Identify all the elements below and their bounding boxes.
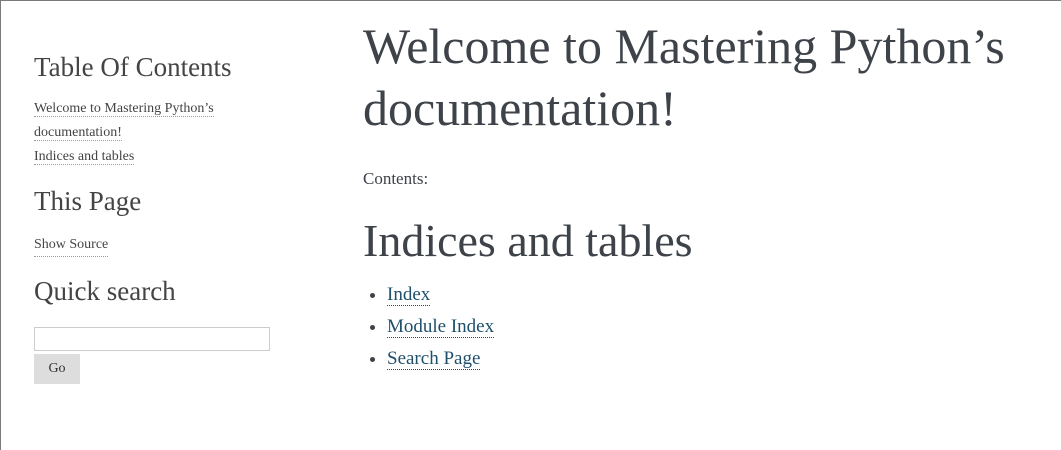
this-page-heading: This Page <box>34 186 142 216</box>
sidebar: Table Of Contents Welcome to Mastering P… <box>34 49 294 384</box>
list-item: Module Index <box>387 311 1053 343</box>
module-index-link[interactable]: Module Index <box>387 316 495 338</box>
toc-heading: Table Of Contents <box>34 52 232 82</box>
list-item: Index <box>387 279 1053 311</box>
docs-page: Table Of Contents Welcome to Mastering P… <box>0 0 1061 450</box>
indices-heading: Indices and tables <box>363 215 693 266</box>
toc-link-welcome[interactable]: Welcome to Mastering Python’s documentat… <box>34 101 214 141</box>
go-button[interactable]: Go <box>34 354 80 384</box>
index-link[interactable]: Index <box>387 284 431 306</box>
search-page-link[interactable]: Search Page <box>387 348 481 370</box>
toc-item: Indices and tables <box>34 145 284 169</box>
list-item: Search Page <box>387 343 1053 375</box>
show-source-link[interactable]: Show Source <box>34 234 109 257</box>
toc-list: Welcome to Mastering Python’s documentat… <box>34 97 284 169</box>
main-content: Welcome to Mastering Python’s documentat… <box>363 15 1053 375</box>
toc-link-indices[interactable]: Indices and tables <box>34 149 135 165</box>
toc-item: Welcome to Mastering Python’s documentat… <box>34 97 284 145</box>
quick-search-heading: Quick search <box>34 276 176 306</box>
contents-caption: Contents: <box>363 169 429 188</box>
index-links-list: Index Module Index Search Page <box>363 279 1053 375</box>
page-title: Welcome to Mastering Python’s documentat… <box>363 18 1005 136</box>
search-input[interactable] <box>34 327 270 351</box>
